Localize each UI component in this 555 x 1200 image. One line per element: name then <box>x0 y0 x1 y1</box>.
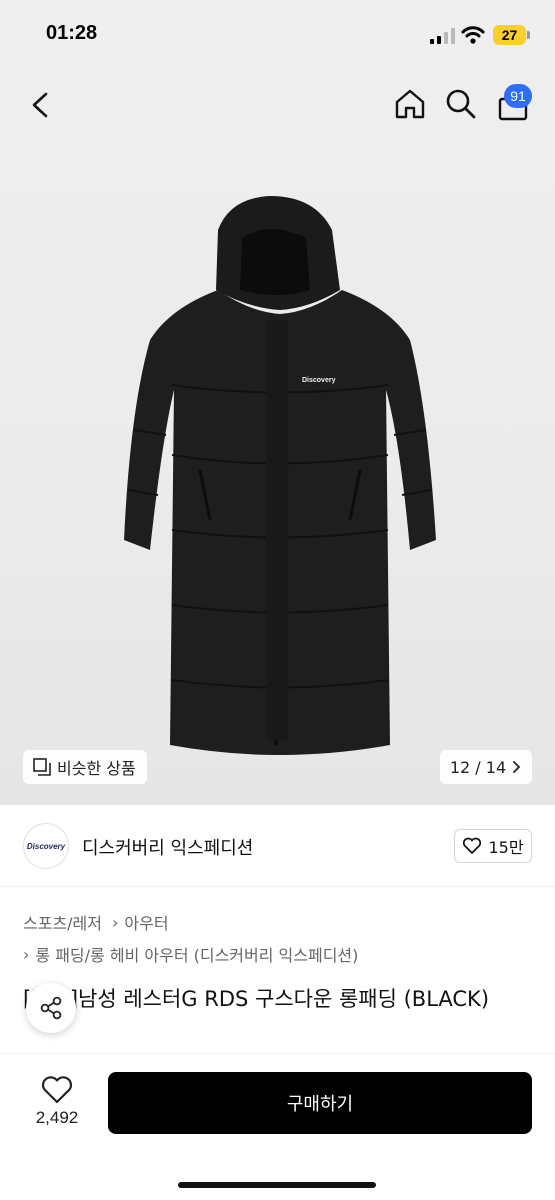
product-photo[interactable]: Discovery <box>110 190 450 755</box>
signal-icon <box>430 28 455 44</box>
heart-icon <box>463 837 482 854</box>
image-counter-text: 12 / 14 <box>449 757 507 777</box>
breadcrumb-level1[interactable]: 스포츠/레저 <box>23 910 102 934</box>
chevron-right-icon: › <box>23 944 30 964</box>
similar-products-label: 비슷한 상품 <box>57 759 136 778</box>
battery-indicator: 27 <box>493 25 526 45</box>
home-icon[interactable] <box>392 86 428 122</box>
home-indicator <box>178 1182 376 1188</box>
wifi-icon <box>461 26 485 44</box>
battery-tip <box>527 31 530 39</box>
store-row[interactable]: Discovery 디스커버리 익스페디션 15만 <box>0 805 555 887</box>
back-icon[interactable] <box>24 86 58 124</box>
image-counter[interactable]: 12 / 14 <box>440 750 532 784</box>
store-logo-text: Discovery <box>26 841 66 851</box>
buy-button[interactable]: 구매하기 <box>108 1072 532 1134</box>
store-like-count: 15만 <box>488 838 524 857</box>
chevron-right-icon <box>513 761 521 773</box>
breadcrumb-level2[interactable]: 아우터 <box>124 910 168 934</box>
similar-icon <box>33 758 51 776</box>
store-logo[interactable]: Discovery <box>23 823 69 869</box>
store-like-button[interactable]: 15만 <box>454 829 532 863</box>
cart-count-badge: 91 <box>504 84 532 108</box>
breadcrumb: › 롱 패딩/롱 헤비 아우터 (디스커버리 익스페디션) <box>23 942 358 966</box>
breadcrumb: 스포츠/레저 › 아우터 <box>23 910 169 934</box>
product-title: [반품]남성 레스터G RDS 구스다운 롱패딩 (BLACK) <box>23 987 490 1011</box>
share-icon <box>40 996 62 1020</box>
status-bar: 01:28 27 <box>0 0 555 70</box>
chevron-right-icon: › <box>112 912 119 932</box>
wish-count: 2,492 <box>35 1108 79 1127</box>
heart-icon[interactable] <box>40 1075 74 1105</box>
share-button[interactable] <box>26 983 76 1033</box>
similar-products-button[interactable]: 비슷한 상품 <box>23 750 147 784</box>
store-name[interactable]: 디스커버리 익스페디션 <box>82 834 253 860</box>
breadcrumb-level3[interactable]: 롱 패딩/롱 헤비 아우터 (디스커버리 익스페디션) <box>35 942 358 966</box>
search-icon[interactable] <box>444 86 478 122</box>
chest-logo-text: Discovery <box>302 377 336 384</box>
status-time: 01:28 <box>46 22 98 44</box>
